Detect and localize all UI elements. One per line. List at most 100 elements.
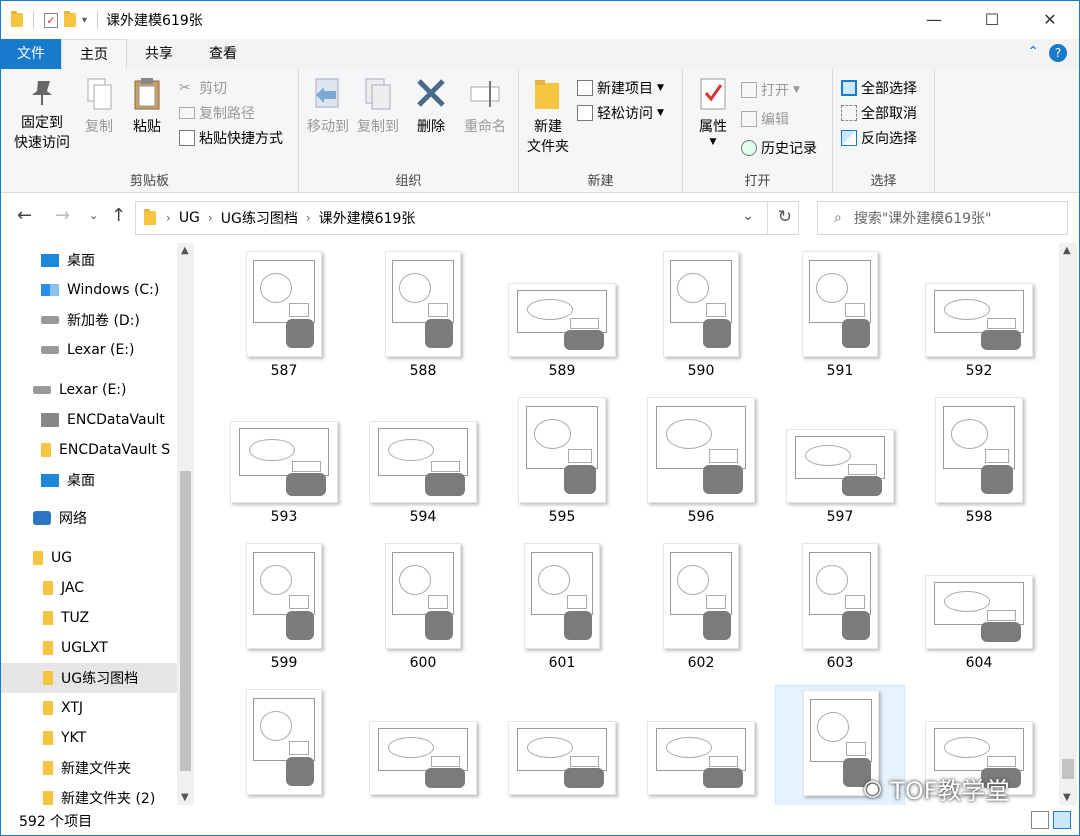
sidebar-item[interactable]: JAC [1, 573, 177, 603]
sidebar-item[interactable]: 新建文件夹 [1, 753, 177, 783]
file-thumbnail[interactable]: 601 [497, 539, 627, 679]
sidebar-item[interactable]: 桌面 [1, 245, 177, 275]
breadcrumb-current[interactable]: 课外建模619张 [319, 208, 416, 228]
help-icon[interactable]: ? [1049, 44, 1067, 62]
copy-path-button[interactable]: 复制路径 [179, 102, 255, 124]
pin-quick-access-button[interactable]: 固定到 快速访问 [9, 77, 75, 153]
easy-access-button[interactable]: 轻松访问 ▼ [577, 102, 664, 124]
dropdown-arrow-icon: ▼ [709, 137, 717, 147]
folder-icon [43, 791, 53, 805]
windows-drive-icon [41, 284, 59, 296]
cut-button[interactable]: ✂ 剪切 [179, 77, 227, 99]
sidebar-item[interactable]: 新加卷 (D:) [1, 305, 177, 335]
rename-button[interactable]: 重命名 [459, 77, 511, 137]
breadcrumb-ug-practice[interactable]: UG练习图档 [221, 208, 298, 228]
navigation-scrollbar[interactable]: ▲ ▼ [177, 243, 194, 805]
drawing-lines [378, 727, 468, 771]
breadcrumb-ug[interactable]: UG [179, 210, 200, 226]
tab-file[interactable]: 文件 [1, 39, 61, 69]
file-thumbnail[interactable]: 604 [914, 539, 1044, 679]
history-button[interactable]: 历史记录 [741, 137, 817, 159]
file-thumbnail[interactable]: 595 [497, 393, 627, 533]
file-thumbnail[interactable]: 590 [636, 247, 766, 387]
part-render [563, 464, 597, 494]
properties-quick-icon[interactable]: ✓ [44, 12, 58, 28]
file-thumbnail[interactable] [636, 685, 766, 805]
file-thumbnail[interactable]: 598 [914, 393, 1044, 533]
paste-button[interactable]: 粘贴 [127, 77, 167, 137]
search-input[interactable]: ⌕ 搜索"课外建模619张" [817, 201, 1068, 235]
sidebar-item[interactable]: UG练习图档 [1, 663, 177, 693]
sidebar-item[interactable]: UGLXT [1, 633, 177, 663]
new-item-button[interactable]: 新建项目 ▼ [577, 77, 664, 99]
delete-button[interactable]: 删除 [411, 77, 451, 137]
collapse-ribbon-icon[interactable]: ⌃ [1027, 44, 1039, 62]
file-thumbnail[interactable]: 596 [636, 393, 766, 533]
back-arrow-icon[interactable]: ← [17, 205, 32, 226]
edit-button[interactable]: 编辑 [741, 108, 789, 130]
properties-button[interactable]: 属性 ▼ [691, 77, 735, 147]
close-button[interactable]: ✕ [1027, 1, 1073, 39]
maximize-button[interactable]: ☐ [969, 1, 1015, 39]
copy-button[interactable]: 复制 [79, 77, 119, 137]
chevron-down-icon[interactable]: ⌄ [742, 208, 754, 224]
file-thumbnail[interactable]: 594 [358, 393, 488, 533]
content-scrollbar[interactable]: ▲ ▼ [1059, 243, 1077, 805]
file-thumbnail[interactable]: 589 [497, 247, 627, 387]
minimize-button[interactable]: — [911, 1, 957, 39]
file-thumbnail[interactable]: 603 [775, 539, 905, 679]
file-thumbnail[interactable] [497, 685, 627, 805]
sidebar-item[interactable]: Lexar (E:) [1, 335, 177, 365]
file-thumbnail[interactable] [219, 685, 349, 805]
drawing-preview [246, 689, 322, 795]
file-thumbnail[interactable]: 593 [219, 393, 349, 533]
file-thumbnail[interactable]: 588 [358, 247, 488, 387]
file-thumbnail[interactable]: 602 [636, 539, 766, 679]
copy-to-button[interactable]: 复制到 [355, 77, 401, 137]
scrollbar-thumb[interactable] [1062, 759, 1074, 779]
customize-toolbar-icon[interactable]: ▾ [82, 15, 87, 26]
file-thumbnail[interactable] [358, 685, 488, 805]
select-all-button[interactable]: 全部选择 [841, 77, 917, 99]
tab-view[interactable]: 查看 [191, 39, 255, 69]
recent-locations-icon[interactable]: ⌄ [89, 209, 98, 222]
scroll-up-icon[interactable]: ▲ [1063, 245, 1071, 256]
sidebar-item[interactable]: Windows (C:) [1, 275, 177, 305]
move-to-button[interactable]: 移动到 [305, 77, 351, 137]
sidebar-item[interactable]: YKT [1, 723, 177, 753]
scroll-down-icon[interactable]: ▼ [181, 792, 189, 803]
tab-share[interactable]: 共享 [127, 39, 191, 69]
new-folder-quick-icon[interactable] [64, 11, 76, 27]
file-thumbnail[interactable]: 597 [775, 393, 905, 533]
sidebar-item[interactable]: Lexar (E:) [1, 375, 177, 405]
file-thumbnail[interactable]: 592 [914, 247, 1044, 387]
tab-home[interactable]: 主页 [61, 39, 127, 69]
sidebar-item[interactable]: UG [1, 543, 177, 573]
new-folder-button[interactable]: 新建 文件夹 [525, 77, 571, 157]
sidebar-item[interactable]: 桌面 [1, 465, 177, 495]
scroll-up-icon[interactable]: ▲ [181, 245, 189, 256]
details-view-icon[interactable] [1031, 811, 1049, 829]
file-thumbnail[interactable]: 600 [358, 539, 488, 679]
sidebar-item[interactable]: TUZ [1, 603, 177, 633]
up-arrow-icon[interactable]: ↑ [111, 205, 126, 226]
scrollbar-thumb[interactable] [180, 471, 191, 771]
large-icons-view-icon[interactable] [1053, 811, 1071, 829]
paste-shortcut-button[interactable]: 粘贴快捷方式 [179, 127, 283, 149]
refresh-icon[interactable]: ↻ [778, 207, 792, 227]
file-thumbnail[interactable]: 591 [775, 247, 905, 387]
sidebar-item[interactable]: ENCDataVault [1, 405, 177, 435]
open-button[interactable]: 打开 ▼ [741, 79, 800, 101]
scroll-down-icon[interactable]: ▼ [1063, 792, 1071, 803]
file-thumbnail[interactable]: 599 [219, 539, 349, 679]
part-render [424, 318, 453, 348]
forward-arrow-icon[interactable]: → [55, 205, 70, 226]
sidebar-item[interactable]: XTJ [1, 693, 177, 723]
invert-selection-button[interactable]: 反向选择 [841, 127, 917, 149]
select-none-button[interactable]: 全部取消 [841, 102, 917, 124]
sidebar-item[interactable]: 网络 [1, 503, 177, 533]
address-bar[interactable]: › UG › UG练习图档 › 课外建模619张 ⌄ ↻ [135, 201, 799, 235]
sidebar-item[interactable]: ENCDataVault S [1, 435, 177, 465]
file-thumbnail[interactable]: 587 [219, 247, 349, 387]
sidebar-item[interactable]: 新建文件夹 (2) [1, 783, 177, 807]
